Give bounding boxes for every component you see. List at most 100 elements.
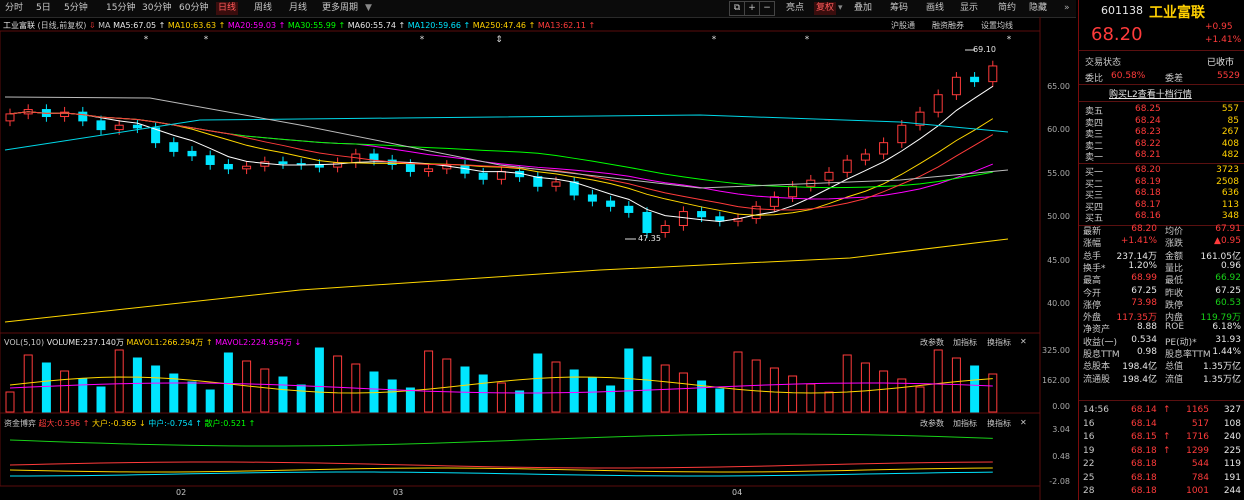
volume-bar <box>715 388 725 413</box>
switch-indicator-button[interactable]: 换指标 <box>987 337 1011 348</box>
candle-body <box>660 225 670 233</box>
sell-level-volume: 482 <box>1221 150 1239 161</box>
volume-bar <box>824 391 834 413</box>
candle-body <box>860 153 870 161</box>
volume-bar <box>460 366 470 413</box>
buy-level-price: 68.18 <box>1135 188 1161 199</box>
candle-body <box>715 216 725 222</box>
sell-level-price: 68.23 <box>1135 127 1161 138</box>
mavol2-value: MAVOL2:224.954万 <box>215 338 292 347</box>
stock-name: 工业富联 <box>1149 5 1205 21</box>
medium-value: 中户:-0.754 <box>148 419 193 428</box>
candle-body <box>169 142 179 152</box>
volume-bar <box>405 387 415 413</box>
tick-time: 19 <box>1083 445 1095 456</box>
l2-upgrade-link[interactable]: 购买L2查看十档行情 <box>1109 87 1192 100</box>
sell-level-price: 68.21 <box>1135 150 1161 161</box>
volume-bar <box>897 378 907 413</box>
stat-label: 内盘 <box>1165 313 1184 324</box>
event-marker: * <box>204 35 209 45</box>
sell-level-volume: 267 <box>1221 127 1239 138</box>
close-icon[interactable]: ✕ <box>1020 418 1027 427</box>
candle-body <box>187 150 197 157</box>
close-icon[interactable]: ✕ <box>1020 337 1027 346</box>
stat-label: 涨停 <box>1083 300 1102 311</box>
volume-bar <box>733 351 743 413</box>
stat-label: 涨跌 <box>1165 239 1184 250</box>
volume-tick: 162.00 <box>1042 376 1070 385</box>
candle-body <box>769 196 779 207</box>
stat-value: 66.92 <box>1215 273 1241 284</box>
stat-value: ▲0.95 <box>1214 236 1241 247</box>
retail-value: 散户:0.521 <box>204 419 247 428</box>
volume-bar <box>988 373 998 413</box>
price-tick: 50.00 <box>1047 212 1070 221</box>
candle-body <box>242 165 252 170</box>
last-price: 68.20 <box>1091 24 1143 45</box>
x-tick: 04 <box>732 488 743 497</box>
stat-label: 股息TTM <box>1083 350 1120 360</box>
sell-level-volume: 408 <box>1221 138 1239 149</box>
stat-value: 67.91 <box>1215 224 1241 234</box>
stat-label: 净资产 <box>1083 325 1111 336</box>
stat-value: +1.41% <box>1120 236 1157 247</box>
tick-count: 327 <box>1223 405 1241 415</box>
candle-body <box>897 124 907 144</box>
volume-bar <box>879 370 889 413</box>
candle-body <box>606 200 616 207</box>
candle-body <box>788 185 798 198</box>
tick-price: 68.18 <box>1131 472 1157 483</box>
tick-count: 108 <box>1223 418 1241 429</box>
stat-value: 73.98 <box>1131 297 1157 308</box>
price-tick: 40.00 <box>1047 299 1070 308</box>
buy-level-volume: 3723 <box>1216 165 1239 175</box>
candle-body <box>478 172 488 180</box>
volume-bar <box>132 357 142 413</box>
retail-line <box>9 433 993 447</box>
ma250-line <box>4 238 1009 323</box>
edit-params-button[interactable]: 改参数 <box>920 418 944 429</box>
buy-level-price: 68.17 <box>1135 199 1161 210</box>
stat-label: ROE <box>1165 322 1185 333</box>
candle-body <box>678 211 688 227</box>
tick-count: 244 <box>1223 486 1241 496</box>
event-marker: * <box>805 35 810 45</box>
tick-time: 22 <box>1083 459 1095 469</box>
stat-value: 0.534 <box>1131 334 1157 345</box>
volume-bar <box>551 361 561 413</box>
stat-label: 换手* <box>1083 263 1106 274</box>
tick-volume: 784 <box>1191 472 1209 483</box>
sell-level-volume: 557 <box>1221 104 1239 114</box>
tick-price: 68.18 <box>1131 459 1157 469</box>
add-indicator-button[interactable]: 加指标 <box>953 418 977 429</box>
stat-label: 最新 <box>1083 227 1102 237</box>
candle-body <box>970 76 980 83</box>
sell-level-price: 68.22 <box>1135 138 1161 149</box>
price-change: +0.95 <box>1205 22 1233 32</box>
price-panel-frame <box>0 30 1041 334</box>
price-change-pct: +1.41% <box>1205 35 1242 45</box>
stat-label: 总股本 <box>1083 362 1111 373</box>
stat-value: 6.18% <box>1212 322 1241 333</box>
stat-label: 外盘 <box>1083 313 1102 324</box>
volume-bar <box>642 356 652 413</box>
candle-body <box>369 153 379 161</box>
stat-value: 31.93 <box>1215 334 1241 345</box>
stat-value: 117.35万 <box>1116 313 1158 324</box>
ma5-line <box>9 85 994 223</box>
candle-body <box>933 94 943 113</box>
tick-time: 25 <box>1083 472 1095 483</box>
weibi-label: 委比 <box>1085 74 1104 84</box>
edit-params-button[interactable]: 改参数 <box>920 337 944 348</box>
large-value: 大户:-0.365 <box>91 419 137 428</box>
stat-label: 流通股 <box>1083 374 1111 385</box>
stat-value: 198.4亿 <box>1122 362 1157 373</box>
candle-body <box>587 194 597 202</box>
volume-bar <box>369 371 379 413</box>
volume-bar <box>587 377 597 413</box>
switch-indicator-button[interactable]: 换指标 <box>987 418 1011 429</box>
add-indicator-button[interactable]: 加指标 <box>953 337 977 348</box>
sell-level-price: 68.24 <box>1135 115 1161 126</box>
stat-value: 0.96 <box>1220 260 1241 271</box>
buy-level-volume: 2508 <box>1216 176 1239 187</box>
